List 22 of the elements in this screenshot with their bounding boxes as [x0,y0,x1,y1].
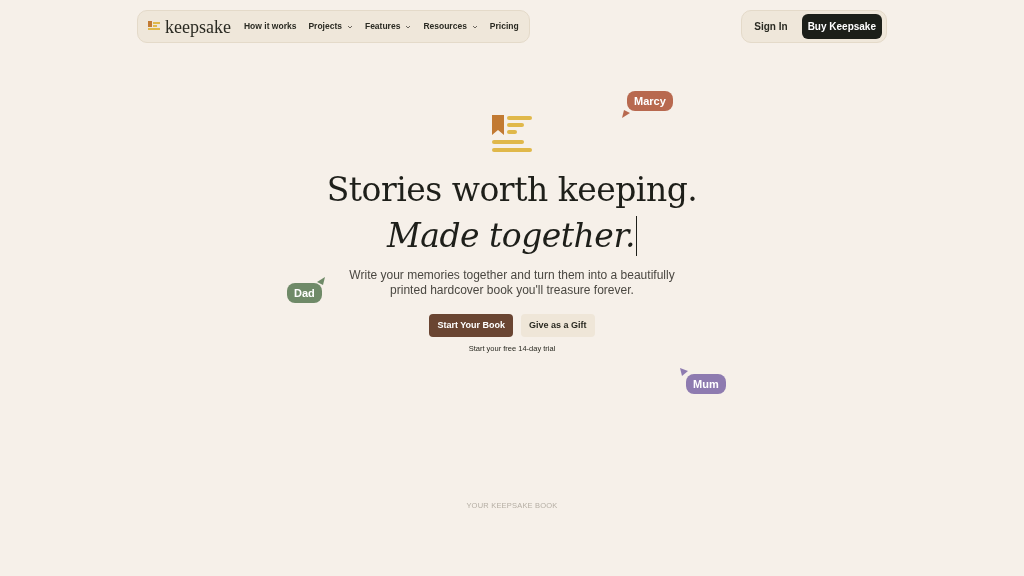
logo-link[interactable]: keepsake [148,17,231,36]
pointer-icon [622,110,630,118]
book-icon [492,115,532,152]
hero-title: Stories worth keeping. [326,169,698,211]
hero-subtitle: Made together. [386,215,636,257]
book-logo-icon [148,21,160,32]
buy-button[interactable]: Buy Keepsake [801,14,882,39]
text-cursor [636,216,638,256]
collaborator-tag: Dad [287,283,322,303]
pointer-icon [680,368,688,376]
pointer-icon [316,277,325,285]
nav-link[interactable]: How it works [243,20,297,33]
collaborator-tag: Mum [686,374,726,394]
nav-link[interactable]: Features [364,20,412,33]
collaborator-tag: Marcy [627,91,673,111]
nav-link[interactable]: Pricing [489,20,519,33]
nav-link[interactable]: Projects [308,20,353,33]
nav-link[interactable]: Resources [423,20,478,33]
hero-description: Write your memories together and turn them into a beautifully printed hardcover book you'll treasure forever. [348,268,676,298]
sign-in-link[interactable]: Sign In [746,19,796,34]
gift-button[interactable]: Give as a Gift [521,314,595,337]
start-book-button[interactable]: Start Your Book [429,314,514,337]
